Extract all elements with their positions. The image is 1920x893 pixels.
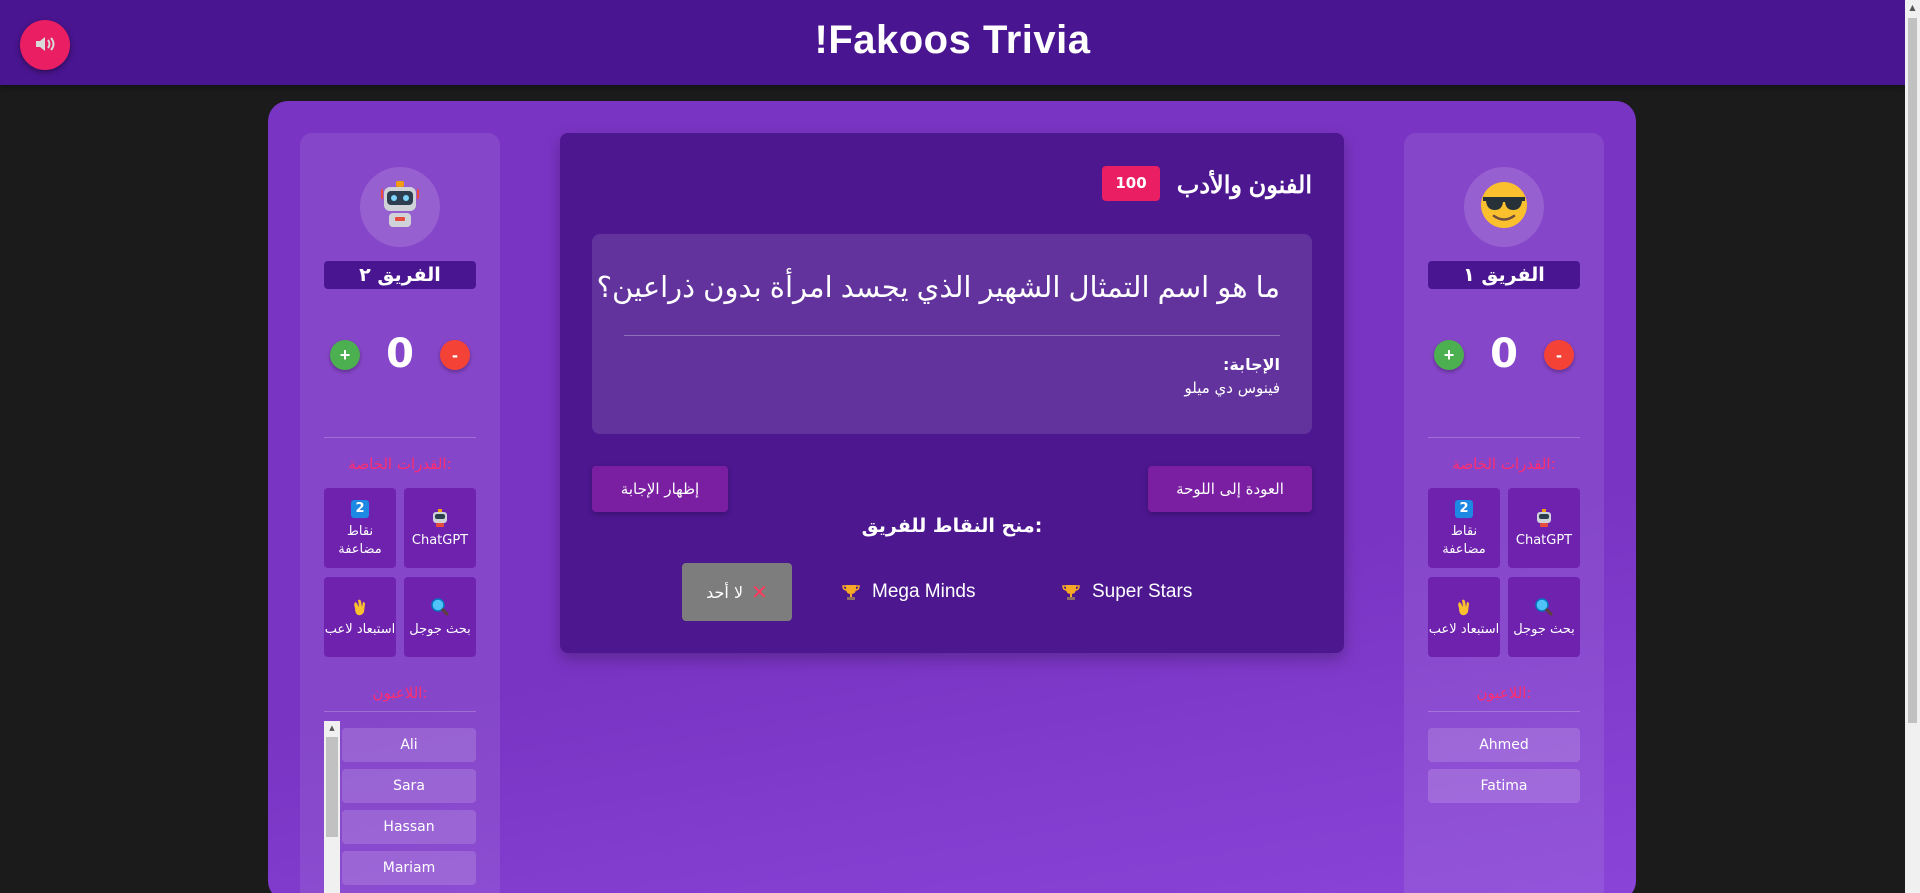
question-category: الفنون والأدب (1176, 172, 1312, 199)
team-avatar (1464, 167, 1544, 247)
award-team-label: Mega Minds (872, 581, 976, 602)
reveal-answer-button[interactable]: إظهار الإجابة (592, 466, 728, 512)
keycap-2-icon: 2 (351, 497, 369, 521)
ability-label: استبعاد لاعب (324, 622, 396, 637)
scroll-up-arrow-icon[interactable]: ▲ (1905, 0, 1920, 16)
app-title: !Fakoos Trivia (814, 18, 1091, 62)
ability-exclude-player-button[interactable]: استبعاد لاعب (1428, 577, 1500, 657)
points-badge: 100 (1102, 166, 1160, 201)
robot-icon (430, 506, 450, 530)
page-scrollbar[interactable]: ▲ (1905, 0, 1920, 893)
ability-chatgpt-button[interactable]: ChatGPT (1508, 488, 1580, 568)
player-item[interactable]: Fatima (1428, 769, 1580, 803)
player-item[interactable]: Ali (342, 728, 476, 762)
trophy-icon (1062, 583, 1080, 601)
increase-score-button[interactable]: + (330, 340, 360, 370)
award-super-stars-button[interactable]: Super Stars (1062, 563, 1192, 621)
decrease-score-button[interactable]: - (440, 340, 470, 370)
answer-label: الإجابة: (1222, 355, 1280, 374)
players-title: اللاعبون: (372, 684, 428, 702)
team-name: الفريق ٢ (324, 261, 476, 289)
question-box: ما هو اسم التمثال الشهير الذي يجسد امرأة… (592, 234, 1312, 434)
magnifier-icon (430, 595, 450, 619)
team-avatar (360, 167, 440, 247)
divider (324, 437, 476, 438)
ability-label: بحث جوجل (1513, 622, 1575, 637)
award-none-label: لا أحد (706, 582, 744, 602)
team-panel-1: الفريق ١ + 0 - القدرات الخاصة: ChatGPT 2… (1404, 133, 1604, 893)
divider (1428, 711, 1580, 712)
scroll-up-arrow-icon[interactable]: ▲ (324, 721, 340, 735)
ability-label: نقاط مضاعفة (1442, 524, 1486, 557)
players-title: اللاعبون: (1476, 684, 1532, 702)
ability-google-search-button[interactable]: بحث جوجل (1508, 577, 1580, 657)
divider (324, 711, 476, 712)
ability-label: ChatGPT (411, 533, 469, 548)
ability-double-points-button[interactable]: 2 نقاط مضاعفة (324, 488, 396, 568)
robot-icon (377, 181, 423, 233)
team-score: 0 (1490, 331, 1518, 377)
cross-icon: ✕ (751, 580, 768, 604)
question-card: الفنون والأدب 100 ما هو اسم التمثال الشه… (560, 133, 1344, 653)
ability-label: بحث جوجل (409, 622, 471, 637)
ability-google-search-button[interactable]: بحث جوجل (404, 577, 476, 657)
divider (624, 335, 1280, 336)
top-bar: !Fakoos Trivia (0, 0, 1905, 85)
player-item[interactable]: Sara (342, 769, 476, 803)
ability-chatgpt-button[interactable]: ChatGPT (404, 488, 476, 568)
ability-label: نقاط مضاعفة (338, 524, 382, 557)
player-item[interactable]: Hassan (342, 810, 476, 844)
increase-score-button[interactable]: + (1434, 340, 1464, 370)
ability-double-points-button[interactable]: 2 نقاط مضاعفة (1428, 488, 1500, 568)
keycap-2-icon: 2 (1455, 497, 1473, 521)
abilities-title: القدرات الخاصة: (348, 455, 452, 473)
abilities-title: القدرات الخاصة: (1452, 455, 1556, 473)
decrease-score-button[interactable]: - (1544, 340, 1574, 370)
player-item[interactable]: Mariam (342, 851, 476, 885)
magnifier-icon (1534, 595, 1554, 619)
ability-label: ChatGPT (1515, 533, 1573, 548)
question-text: ما هو اسم التمثال الشهير الذي يجسد امرأة… (596, 272, 1280, 304)
waving-hand-icon (350, 595, 370, 619)
players-scrollbar[interactable]: ▲ (324, 721, 340, 893)
answer-text: فينوس دي ميلو (1184, 379, 1280, 397)
team-panel-2: الفريق ٢ + 0 - القدرات الخاصة: ChatGPT 2… (300, 133, 500, 893)
back-to-board-button[interactable]: العودة إلى اللوحة (1148, 466, 1312, 512)
team-score: 0 (386, 331, 414, 377)
player-item[interactable]: Ahmed (1428, 728, 1580, 762)
award-points-title: منح النقاط للفريق: (861, 515, 1043, 537)
waving-hand-icon (1454, 595, 1474, 619)
scrollbar-thumb[interactable] (326, 737, 338, 837)
trophy-icon (842, 583, 860, 601)
award-none-button[interactable]: لا أحد ✕ (682, 563, 792, 621)
ability-exclude-player-button[interactable]: استبعاد لاعب (324, 577, 396, 657)
ability-label: استبعاد لاعب (1428, 622, 1500, 637)
scrollbar-thumb[interactable] (1908, 18, 1917, 723)
robot-icon (1534, 506, 1554, 530)
award-team-label: Super Stars (1092, 581, 1193, 602)
team-name: الفريق ١ (1428, 261, 1580, 289)
cool-face-icon (1479, 180, 1529, 234)
divider (1428, 437, 1580, 438)
award-mega-minds-button[interactable]: Mega Minds (842, 563, 976, 621)
